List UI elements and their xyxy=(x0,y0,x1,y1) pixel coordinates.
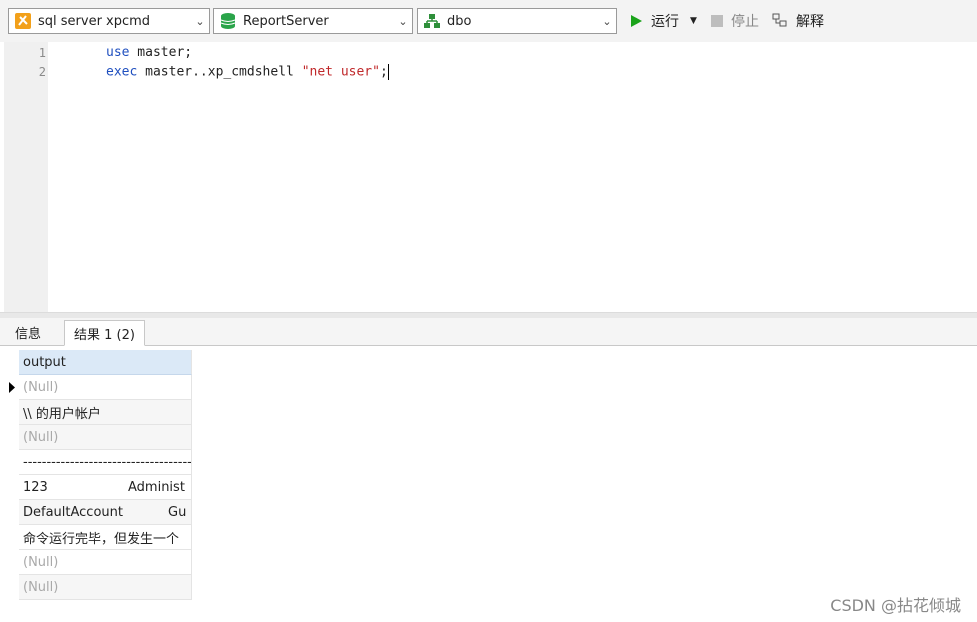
stop-button[interactable]: 停止 xyxy=(710,10,759,32)
run-button-label: 运行 xyxy=(651,14,679,30)
tab-info[interactable]: 信息 xyxy=(6,320,50,345)
chevron-down-icon[interactable]: ⌄ xyxy=(394,15,412,28)
cell-text: Administ xyxy=(128,479,185,495)
chevron-down-icon[interactable]: ⌄ xyxy=(598,15,616,28)
table-row[interactable]: (Null) xyxy=(19,375,192,400)
stop-button-label: 停止 xyxy=(731,14,759,30)
keyword: use xyxy=(106,45,130,60)
connection-select[interactable]: sql server xpcmd ⌄ xyxy=(8,8,210,34)
database-icon xyxy=(218,11,238,31)
sql-editor[interactable]: 1 2 use master; exec master..xp_cmdshell… xyxy=(4,42,977,312)
table-row[interactable]: (Null) xyxy=(19,550,192,575)
toolbar: sql server xpcmd ⌄ ReportServer ⌄ dbo ⌄ … xyxy=(0,0,977,42)
table-row[interactable]: ----------------------------------------… xyxy=(19,450,192,475)
database-select-value: ReportServer xyxy=(243,13,329,29)
schema-select-value: dbo xyxy=(447,13,472,29)
tab-result[interactable]: 结果 1 (2) xyxy=(64,320,145,346)
keyword: exec xyxy=(106,64,138,80)
run-button[interactable]: 运行 xyxy=(628,10,679,32)
sql-server-connection-icon xyxy=(13,11,33,31)
play-icon xyxy=(631,15,642,27)
text-cursor xyxy=(387,64,389,80)
run-options-dropdown[interactable]: ▼ xyxy=(690,10,697,32)
line-number: 1 xyxy=(38,46,46,60)
table-row[interactable]: DefaultAccount Gu xyxy=(19,500,192,525)
string-literal: "net user" xyxy=(301,64,380,80)
code-text: master; xyxy=(129,45,193,60)
explain-plan-icon xyxy=(772,13,787,27)
table-row[interactable]: 命令运行完毕，但发生一个 xyxy=(19,525,192,550)
table-row[interactable]: (Null) xyxy=(19,425,192,450)
line-number: 2 xyxy=(38,65,46,79)
explain-button[interactable]: 解释 xyxy=(772,10,824,32)
result-tabs: 信息 结果 1 (2) xyxy=(0,318,977,346)
table-row[interactable]: (Null) xyxy=(19,575,192,600)
cell-text: Gu xyxy=(168,504,187,520)
cell-text: 123 xyxy=(23,479,48,495)
explain-button-label: 解释 xyxy=(796,14,824,30)
watermark: CSDN @拈花倾城 xyxy=(830,596,961,615)
column-header-output[interactable]: output xyxy=(19,350,192,375)
current-row-indicator-icon xyxy=(4,375,18,400)
code-text: master..xp_cmdshell xyxy=(137,64,302,80)
table-row[interactable]: \\ 的用户帐户 xyxy=(19,400,192,425)
stop-icon xyxy=(711,15,723,27)
database-select[interactable]: ReportServer ⌄ xyxy=(213,8,413,34)
code-line[interactable]: use master; xyxy=(106,45,192,60)
code-line[interactable]: exec master..xp_cmdshell "net user"; xyxy=(106,64,389,80)
chevron-down-icon[interactable]: ⌄ xyxy=(191,15,209,28)
cell-text: DefaultAccount xyxy=(23,504,123,520)
line-number-gutter: 1 2 xyxy=(4,42,48,312)
code-text: ; xyxy=(379,64,388,80)
table-row[interactable]: 123 Administ xyxy=(19,475,192,500)
schema-select[interactable]: dbo ⌄ xyxy=(417,8,617,34)
schema-icon xyxy=(422,11,442,31)
connection-select-value: sql server xpcmd xyxy=(38,13,151,29)
